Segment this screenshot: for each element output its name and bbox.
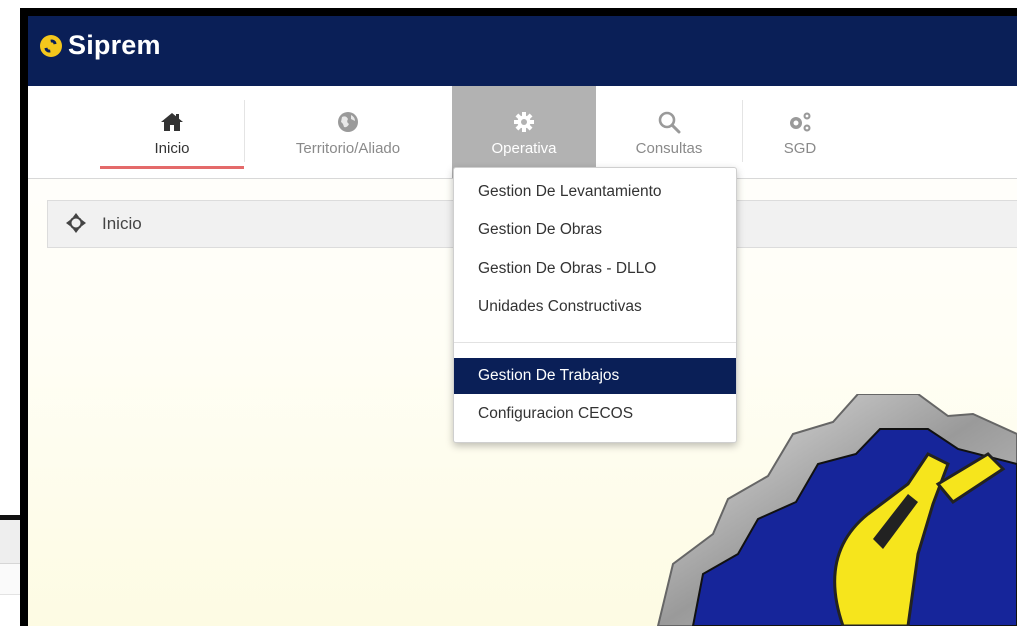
gears-icon: [742, 108, 858, 136]
app-header: Siprem: [28, 16, 1017, 86]
menu-item-gestion-de-obras-dllo[interactable]: Gestion De Obras - DLLO: [454, 251, 736, 287]
siprem-app: Siprem Inicio Territorio/Aliado Operativ…: [28, 16, 1017, 626]
menu-item-unidades-constructivas[interactable]: Unidades Constructivas: [454, 289, 736, 325]
tab-sgd[interactable]: SGD: [742, 86, 858, 174]
menu-item-gestion-de-obras[interactable]: Gestion De Obras: [454, 212, 736, 248]
menu-item-configuracion-cecos[interactable]: Configuracion CECOS: [454, 396, 736, 432]
screenshot-border-left: [20, 8, 28, 626]
app-title: Siprem: [68, 30, 161, 60]
menu-item-gestion-de-trabajos[interactable]: Gestion De Trabajos: [454, 358, 736, 394]
gear-icon: [452, 108, 596, 136]
tab-label: Territorio/Aliado: [295, 140, 401, 157]
operativa-dropdown-menu: Gestion De Levantamiento Gestion De Obra…: [453, 167, 737, 443]
crosshair-icon: [66, 213, 86, 237]
tab-operativa[interactable]: Operativa: [452, 86, 596, 178]
main-nav: Inicio Territorio/Aliado Operativa Consu…: [28, 86, 1017, 179]
tab-label: Inicio: [154, 140, 190, 157]
tab-consultas[interactable]: Consultas: [596, 86, 742, 174]
background-window-row: [0, 520, 22, 564]
screenshot-border-top: [20, 8, 1017, 16]
tab-territorio-aliado[interactable]: Territorio/Aliado: [244, 86, 452, 174]
home-icon: [100, 108, 244, 136]
background-window: [0, 505, 22, 626]
tab-label: Operativa: [491, 140, 557, 157]
tab-label: Consultas: [635, 140, 703, 157]
background-window-row: [0, 564, 22, 595]
siprem-logo-icon: [40, 34, 62, 57]
brand[interactable]: Siprem: [40, 30, 161, 61]
tab-label: SGD: [783, 140, 817, 157]
menu-item-gestion-de-levantamiento[interactable]: Gestion De Levantamiento: [454, 174, 736, 210]
menu-divider: [454, 342, 736, 343]
search-icon: [596, 108, 742, 136]
breadcrumb-label: Inicio: [102, 214, 142, 233]
globe-icon: [244, 108, 452, 136]
tab-inicio[interactable]: Inicio: [100, 86, 244, 174]
